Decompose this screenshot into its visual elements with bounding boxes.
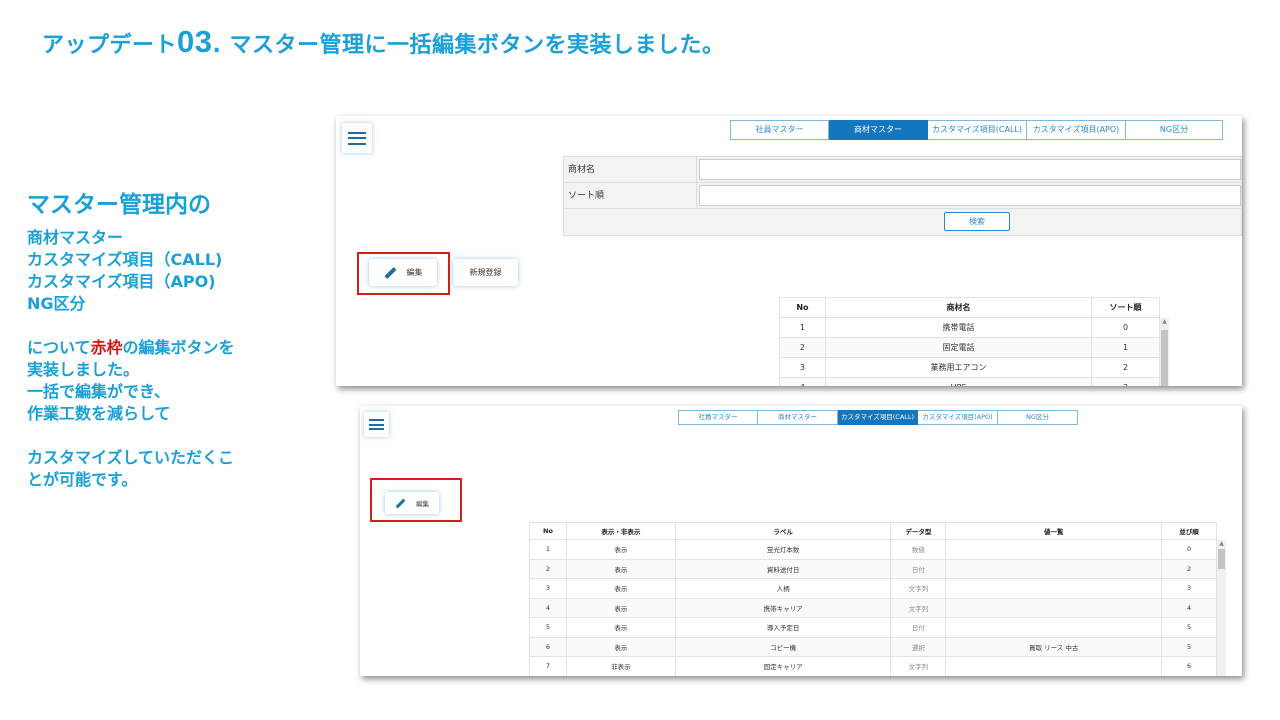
description-text: とが可能です。 [27, 470, 138, 489]
menu-button[interactable] [342, 123, 372, 153]
column-header: 商材名 [824, 297, 1093, 318]
description-text: について赤枠の編集ボタンを [27, 338, 235, 357]
column-header: データ型 [890, 522, 947, 540]
tab-product-master[interactable]: 商材マスター [758, 410, 838, 425]
description-text: カスタマイズしていただくこ [27, 448, 235, 467]
red-frame-note: 赤枠 [90, 338, 123, 357]
scroll-up-icon[interactable]: ▲ [1217, 540, 1226, 547]
table-row[interactable]: 4UPS3 [779, 377, 1160, 386]
new-button[interactable]: 新規登録 [453, 259, 518, 286]
table-row[interactable]: 4 表示 携帯キャリア 文字列 4 [529, 597, 1217, 618]
table-row[interactable]: 6 表示 コピー機 選択 買取 リース 中古 5 [529, 636, 1217, 657]
pencil-icon [383, 266, 397, 279]
table-row[interactable]: 7 非表示 固定キャリア 文字列 6 [529, 656, 1217, 676]
edit-button[interactable]: 編集 [385, 492, 439, 514]
tab-product-master[interactable]: 商材マスター [829, 120, 928, 140]
column-header: No [529, 522, 567, 540]
table-row[interactable]: 2 固定電話 1 [779, 337, 1160, 358]
description-item: カスタマイズ項目（APO) [27, 272, 216, 291]
master-tabs: 社員マスター 商材マスター カスタマイズ項目(CALL) カスタマイズ項目(AP… [730, 120, 1223, 140]
description-panel: マスター管理内の 商材マスター カスタマイズ項目（CALL) カスタマイズ項目（… [27, 185, 297, 491]
description-heading: マスター管理内の [27, 192, 211, 218]
description-text: 作業工数を減らして [27, 404, 171, 423]
table-scrollbar[interactable]: ▲ [1217, 540, 1226, 676]
column-header: 並び順 [1161, 522, 1217, 540]
tab-customize-call[interactable]: カスタマイズ項目(CALL) [928, 120, 1027, 140]
table-row[interactable]: 1 表示 蛍光灯本数 数値 0 [529, 539, 1217, 560]
search-button[interactable]: 検索 [944, 212, 1010, 231]
tab-employee-master[interactable]: 社員マスター [730, 120, 829, 140]
column-header: ソート順 [1091, 297, 1160, 318]
product-name-input[interactable] [699, 159, 1241, 180]
table-row[interactable]: 3 表示 人柄 文字列 3 [529, 578, 1217, 599]
master-tabs: 社員マスター 商材マスター カスタマイズ項目(CALL) カスタマイズ項目(AP… [678, 410, 1078, 425]
sort-order-label: ソート順 [564, 183, 697, 208]
description-item: NG区分 [27, 294, 86, 313]
table-scrollbar[interactable]: ▲ [1160, 318, 1169, 386]
tab-ng-category[interactable]: NG区分 [998, 410, 1078, 425]
scroll-up-icon[interactable]: ▲ [1160, 318, 1169, 325]
search-form: 商材名 ソート順 検索 [563, 156, 1242, 236]
tab-customize-call[interactable]: カスタマイズ項目(CALL) [838, 410, 918, 425]
column-header: No [779, 297, 826, 318]
product-table: No 商材名 ソート順 1携帯電話0 2固定電話1 3業務用エアコン2 4UPS… [779, 297, 1160, 386]
title-prefix: アップデート [42, 33, 178, 58]
slide-title: アップデート03. マスター管理に一括編集ボタンを実装しました。 [42, 24, 725, 60]
title-number: 03 [177, 24, 213, 59]
tab-employee-master[interactable]: 社員マスター [678, 410, 758, 425]
hamburger-icon [348, 131, 366, 145]
tab-ng-category[interactable]: NG区分 [1126, 120, 1223, 140]
title-suffix: . マスター管理に一括編集ボタンを実装しました。 [212, 33, 725, 58]
table-row[interactable]: 2 表示 資料送付日 日付 2 [529, 558, 1217, 579]
table-row[interactable]: 1 携帯電話 0 [779, 317, 1160, 338]
tab-customize-apo[interactable]: カスタマイズ項目(APO) [1027, 120, 1126, 140]
description-item: 商材マスター [27, 228, 124, 247]
screenshot-product-master: 社員マスター 商材マスター カスタマイズ項目(CALL) カスタマイズ項目(AP… [336, 116, 1242, 386]
hamburger-icon [369, 419, 384, 430]
customize-table: No 表示・非表示 ラベル データ型 値一覧 並び順 1 表示 蛍光灯本数 数値 0 2… [529, 522, 1217, 676]
edit-button-label: 編集 [406, 268, 423, 277]
sort-order-input[interactable] [699, 185, 1241, 206]
menu-button[interactable] [364, 412, 389, 437]
table-row[interactable]: 5 表示 導入予定日 日付 5 [529, 617, 1217, 638]
screenshot-customize-call: 社員マスター 商材マスター カスタマイズ項目(CALL) カスタマイズ項目(AP… [360, 406, 1242, 676]
description-text: 一括で編集ができ、 [27, 382, 170, 401]
edit-button[interactable]: 編集 [369, 259, 437, 286]
table-row[interactable]: 3 業務用エアコン 2 [779, 357, 1160, 378]
product-name-label: 商材名 [564, 157, 697, 182]
column-header: 値一覧 [945, 522, 1163, 540]
new-button-label: 新規登録 [469, 268, 502, 277]
description-item: カスタマイズ項目（CALL) [27, 250, 223, 269]
column-header: ラベル [674, 522, 892, 540]
column-header: 表示・非表示 [565, 522, 676, 540]
pencil-icon [395, 498, 406, 508]
tab-customize-apo[interactable]: カスタマイズ項目(APO) [918, 410, 998, 425]
edit-button-label: 編集 [416, 500, 429, 508]
description-text: 実装しました。 [27, 360, 140, 379]
